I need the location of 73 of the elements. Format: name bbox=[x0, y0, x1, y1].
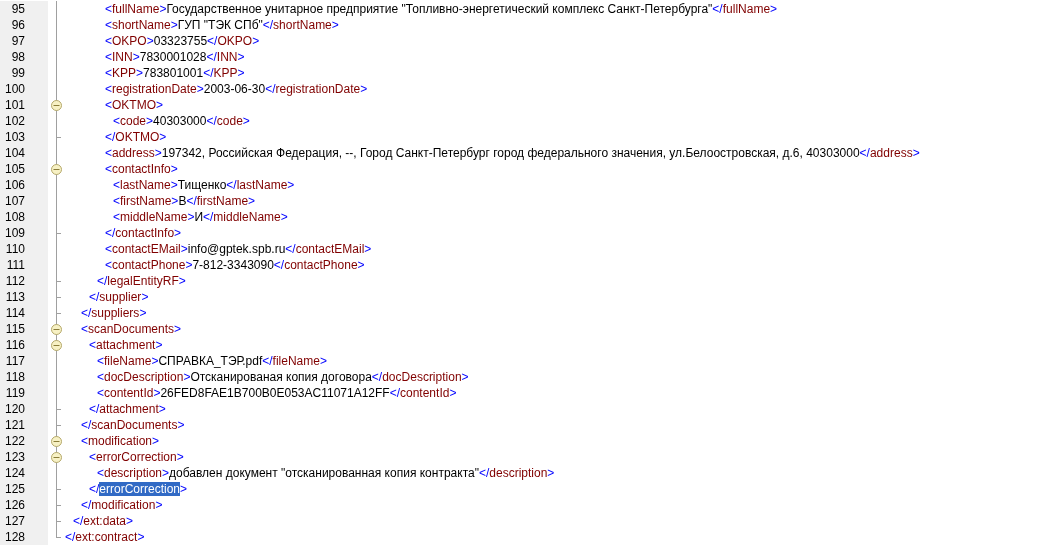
code-line: </OKTMO> bbox=[105, 130, 167, 144]
line-number: 103 bbox=[4, 129, 25, 145]
code-line: <OKPO>03323755</OKPO> bbox=[105, 34, 260, 48]
code-line: <registrationDate>2003-06-30</registrationDate> bbox=[105, 82, 368, 96]
code-line: </ext:data> bbox=[73, 514, 134, 528]
line-number: 120 bbox=[4, 401, 25, 417]
code-line: <docDescription>Отсканированая копия договора</docDescription> bbox=[97, 370, 469, 384]
line-number: 126 bbox=[4, 497, 25, 513]
code-line: <attachment> bbox=[89, 338, 163, 352]
line-number: 95 bbox=[11, 1, 25, 17]
line-number: 124 bbox=[4, 465, 25, 481]
line-number: 96 bbox=[11, 17, 25, 33]
code-line: </ext:contract> bbox=[65, 530, 145, 544]
line-number: 97 bbox=[11, 33, 25, 49]
code-line: <lastName>Тищенко</lastName> bbox=[113, 178, 295, 192]
code-line: <address>197342, Российская Федерация, --, Город Санкт-Петербург город федерального значения, ул.Белоостровская, д.6, 40303000</address> bbox=[105, 146, 920, 160]
line-number: 122 bbox=[4, 433, 25, 449]
line-number: 128 bbox=[4, 529, 25, 545]
collapse-icon[interactable] bbox=[51, 339, 62, 351]
code-line: <fullName>Государственное унитарное предприятие "Топливно-энергетический комплекс Санкт-Петербурга"</fullName> bbox=[105, 2, 778, 16]
code-line: <fileName>СПРАВКА_ТЭР.pdf</fileName> bbox=[97, 354, 327, 368]
collapse-icon[interactable] bbox=[51, 435, 62, 447]
code-line: </suppliers> bbox=[81, 306, 147, 320]
line-number: 106 bbox=[4, 177, 25, 193]
line-number: 107 bbox=[4, 193, 25, 209]
code-line: <description>добавлен документ "отсканированная копия контракта"</description> bbox=[97, 466, 555, 480]
code-line: </legalEntityRF> bbox=[97, 274, 186, 288]
line-number: 110 bbox=[5, 241, 25, 257]
code-line: <contactPhone>7-812-3343090</contactPhone> bbox=[105, 258, 365, 272]
code-line: <INN>7830001028</INN> bbox=[105, 50, 245, 64]
line-number: 98 bbox=[11, 49, 25, 65]
collapse-icon[interactable] bbox=[51, 99, 62, 111]
collapse-icon[interactable] bbox=[51, 451, 62, 463]
line-number: 101 bbox=[4, 97, 25, 113]
line-number: 114 bbox=[5, 305, 25, 321]
line-number: 100 bbox=[4, 81, 25, 97]
code-line: <modification> bbox=[81, 434, 160, 448]
code-line: </supplier> bbox=[89, 290, 149, 304]
line-number: 111 bbox=[6, 257, 25, 273]
code-line: <contactEMail>info@gptek.spb.ru</contactEMail> bbox=[105, 242, 372, 256]
code-line: </modification> bbox=[81, 498, 163, 512]
line-number: 123 bbox=[4, 449, 25, 465]
line-number: 108 bbox=[4, 209, 25, 225]
code-line: </contactInfo> bbox=[105, 226, 182, 240]
line-number: 112 bbox=[5, 273, 25, 289]
line-number: 116 bbox=[5, 337, 25, 353]
line-number: 105 bbox=[4, 161, 25, 177]
code-line: <OKTMO> bbox=[105, 98, 164, 112]
line-number: 102 bbox=[4, 113, 25, 129]
collapse-icon[interactable] bbox=[51, 323, 62, 335]
code-line: </scanDocuments> bbox=[81, 418, 185, 432]
code-line: <shortName>ГУП "ТЭК СПб"</shortName> bbox=[105, 18, 339, 32]
line-number: 99 bbox=[11, 65, 25, 81]
line-number: 115 bbox=[5, 321, 25, 337]
code-line: </attachment> bbox=[89, 402, 166, 416]
line-number: 127 bbox=[4, 513, 25, 529]
line-number: 125 bbox=[4, 481, 25, 497]
line-number: 118 bbox=[5, 369, 25, 385]
line-number: 109 bbox=[4, 225, 25, 241]
line-number: 121 bbox=[4, 417, 25, 433]
code-line: <KPP>783801001</KPP> bbox=[105, 66, 245, 80]
line-number: 117 bbox=[5, 353, 25, 369]
code-line: <scanDocuments> bbox=[81, 322, 182, 336]
code-line: <contactInfo> bbox=[105, 162, 178, 176]
code-line: <middleName>И</middleName> bbox=[113, 210, 288, 224]
code-line: <code>40303000</code> bbox=[113, 114, 250, 128]
code-line: <firstName>В</firstName> bbox=[113, 194, 256, 208]
code-line: <contentId>26FED8FAE1B700B0E053AC11071A12FF</contentId> bbox=[97, 386, 457, 400]
line-number: 119 bbox=[5, 385, 25, 401]
line-number: 104 bbox=[4, 145, 25, 161]
collapse-icon[interactable] bbox=[51, 163, 62, 175]
line-number: 113 bbox=[5, 289, 25, 305]
code-line: <errorCorrection> bbox=[89, 450, 184, 464]
